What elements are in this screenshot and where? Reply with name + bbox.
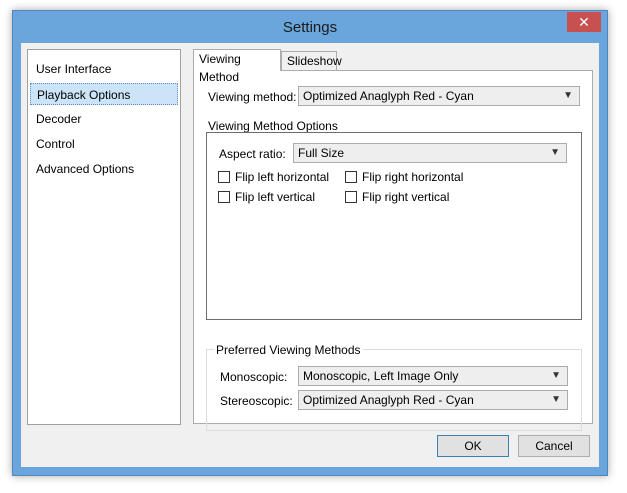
cancel-button[interactable]: Cancel — [518, 435, 590, 457]
chevron-down-icon: ▼ — [563, 90, 573, 101]
settings-window: Settings ✕ User Interface Playback Optio… — [12, 10, 608, 476]
sidebar-item-label: Playback Options — [37, 88, 131, 102]
chevron-down-icon: ▼ — [551, 394, 561, 405]
viewing-method-dropdown[interactable]: Optimized Anaglyph Red - Cyan ▼ — [298, 86, 580, 106]
viewing-method-value: Optimized Anaglyph Red - Cyan — [303, 89, 474, 103]
sidebar-item-label: Control — [36, 137, 75, 151]
preferred-group-title: Preferred Viewing Methods — [214, 343, 363, 357]
options-group-title: Viewing Method Options — [208, 119, 338, 133]
tab-viewing-method[interactable]: Viewing Method — [193, 49, 281, 84]
sidebar-item-user-interface[interactable]: User Interface — [30, 58, 178, 80]
aspect-ratio-label: Aspect ratio: — [219, 147, 286, 161]
ok-button-label: OK — [464, 439, 482, 453]
tab-panel-viewing-method: Viewing method: Optimized Anaglyph Red -… — [193, 70, 593, 431]
sidebar-item-advanced-options[interactable]: Advanced Options — [30, 158, 178, 180]
flip-right-vertical-checkbox[interactable] — [345, 191, 357, 203]
stereoscopic-dropdown[interactable]: Optimized Anaglyph Red - Cyan ▼ — [298, 390, 568, 410]
stereoscopic-value: Optimized Anaglyph Red - Cyan — [303, 393, 474, 407]
aspect-ratio-dropdown[interactable]: Full Size ▼ — [293, 143, 567, 163]
tab-label: Slideshow — [287, 54, 342, 68]
flip-right-horizontal-label: Flip right horizontal — [362, 170, 464, 184]
chevron-down-icon: ▼ — [551, 370, 561, 381]
sidebar-item-label: Decoder — [36, 112, 82, 126]
flip-left-horizontal-label: Flip left horizontal — [235, 170, 330, 184]
viewing-method-label: Viewing method: — [208, 90, 297, 104]
sidebar-item-decoder[interactable]: Decoder — [30, 108, 178, 130]
flip-left-horizontal-checkbox[interactable] — [218, 171, 230, 183]
flip-left-vertical-label: Flip left vertical — [235, 190, 316, 204]
monoscopic-value: Monoscopic, Left Image Only — [303, 369, 459, 383]
category-list: User Interface Playback Options Decoder … — [27, 49, 181, 425]
tab-slideshow[interactable]: Slideshow — [281, 51, 342, 71]
sidebar-item-label: Advanced Options — [36, 162, 135, 176]
close-button[interactable]: ✕ — [567, 12, 601, 32]
monoscopic-dropdown[interactable]: Monoscopic, Left Image Only ▼ — [298, 366, 568, 386]
flip-right-vertical-label: Flip right vertical — [362, 190, 450, 204]
sidebar-item-control[interactable]: Control — [30, 133, 178, 155]
window-title: Settings — [282, 19, 338, 36]
title-bar[interactable]: Settings ✕ — [13, 11, 607, 43]
monoscopic-label: Monoscopic: — [220, 370, 288, 384]
viewing-method-options-box: Aspect ratio: Full Size ▼ Flip left hori… — [206, 132, 582, 320]
ok-button[interactable]: OK — [437, 435, 509, 457]
aspect-ratio-value: Full Size — [298, 146, 345, 160]
flip-right-horizontal-checkbox[interactable] — [345, 171, 357, 183]
tab-label: Viewing Method — [199, 52, 241, 84]
tab-control: Viewing Method Slideshow Viewing method:… — [193, 49, 593, 431]
stereoscopic-label: Stereoscopic: — [220, 394, 293, 408]
chevron-down-icon: ▼ — [550, 147, 560, 158]
flip-left-vertical-checkbox[interactable] — [218, 191, 230, 203]
cancel-button-label: Cancel — [535, 439, 573, 453]
close-icon: ✕ — [578, 14, 590, 30]
sidebar-item-label: User Interface — [36, 62, 112, 76]
dialog-body: User Interface Playback Options Decoder … — [21, 43, 599, 467]
sidebar-item-playback-options[interactable]: Playback Options — [30, 83, 178, 105]
